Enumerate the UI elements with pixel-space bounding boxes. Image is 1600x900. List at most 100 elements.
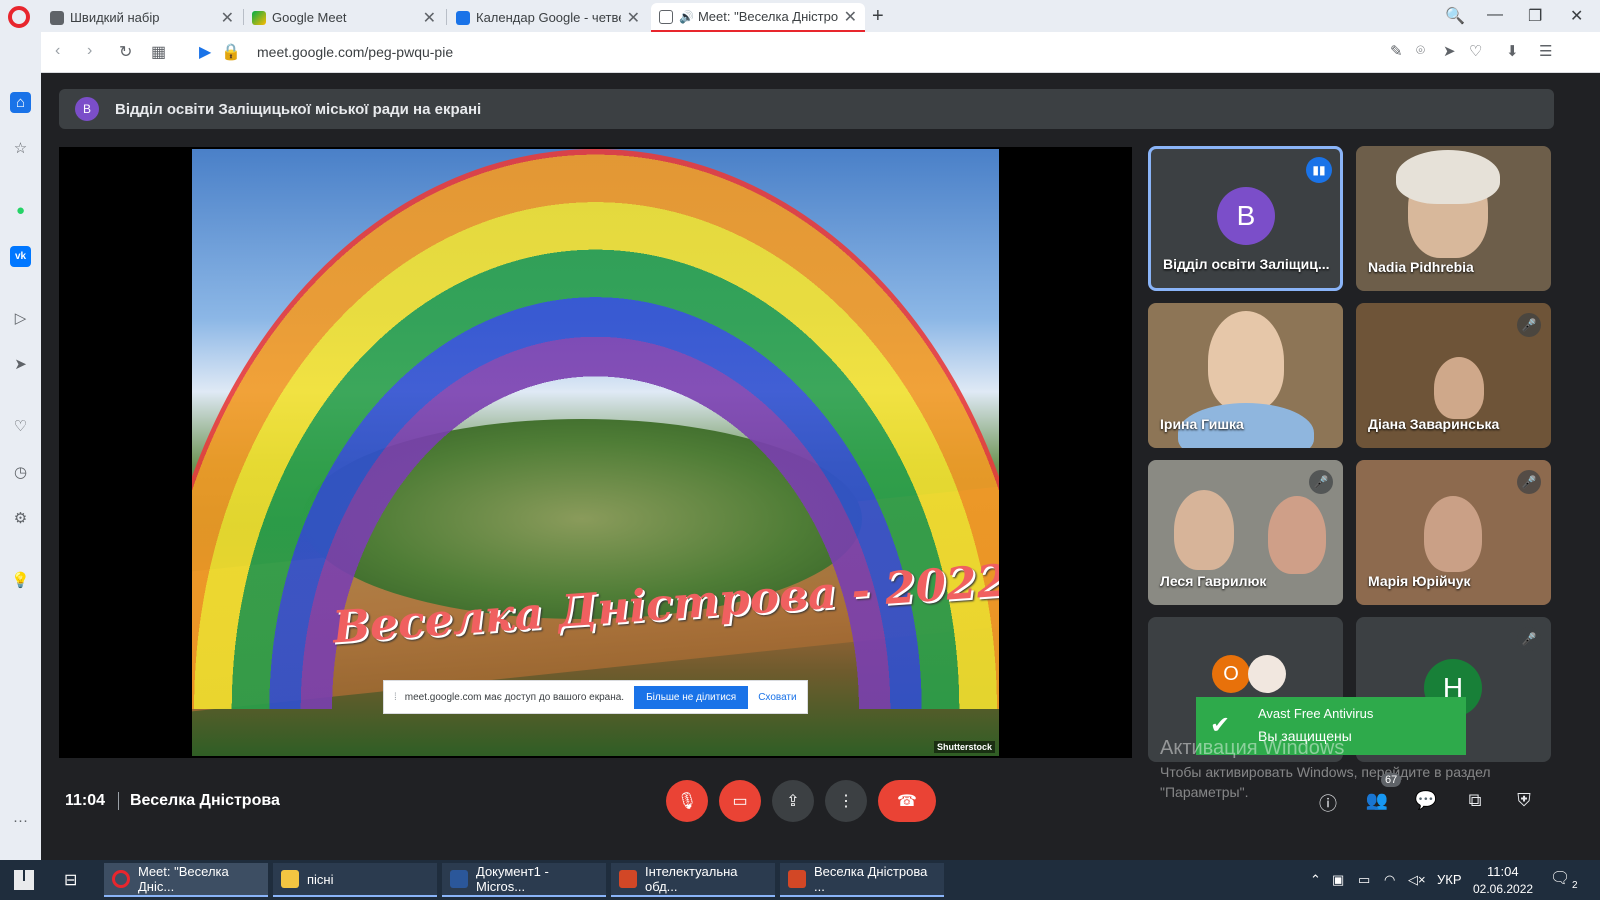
activities-icon[interactable]: ⧉ <box>1462 790 1488 814</box>
participant-name: Ірина Гишка <box>1160 416 1244 432</box>
meet-area: В Відділ освіти Заліщицької міської ради… <box>41 73 1600 860</box>
reload-icon[interactable]: ↻ <box>119 42 132 62</box>
clock-date[interactable]: 02.06.2022 <box>1473 882 1533 896</box>
camera-indicator-icon[interactable]: ▶ <box>199 42 211 62</box>
info-icon[interactable]: ⓘ <box>1315 790 1341 814</box>
stop-sharing-button[interactable]: Більше не ділитися <box>634 685 749 709</box>
close-icon[interactable]: ✕ <box>221 8 234 28</box>
avatar <box>1248 655 1286 693</box>
network-icon[interactable]: ◠ <box>1384 872 1395 888</box>
avatar: О <box>1212 655 1250 693</box>
presenting-text: Відділ освіти Заліщицької міської ради н… <box>115 100 482 118</box>
chevron-up-icon[interactable]: ⌃ <box>1310 872 1321 888</box>
snapshot-icon[interactable]: ⌾ <box>1416 42 1425 59</box>
participant-name: Відділ освіти Заліщиц... <box>1163 256 1330 272</box>
keyboard-language[interactable]: УКР <box>1437 872 1462 887</box>
calendar-icon <box>456 10 470 25</box>
mic-off-button[interactable]: 🎙 <box>666 780 708 822</box>
end-call-icon: ☎ <box>897 793 917 810</box>
meet-icon <box>252 10 266 25</box>
tab-google-meet[interactable]: Google Meet ✕ <box>244 3 444 32</box>
clock-time[interactable]: 11:04 <box>1487 864 1519 879</box>
windows-activation-line1: Чтобы активировать Windows, перейдите в … <box>1160 764 1491 780</box>
opera-sidebar: ⌂ ☆ ● vk ▷ ➤ ♡ ◷ ⚙ 💡 ··· <box>0 32 41 860</box>
windows-activation-title: Активация Windows <box>1160 737 1345 759</box>
avatar: В <box>1217 187 1275 245</box>
battery-icon[interactable]: ▭ <box>1358 872 1370 888</box>
taskbar-app-opera[interactable]: Meet: "Веселка Дніс... <box>104 863 268 897</box>
history-icon[interactable]: ◷ <box>10 462 31 483</box>
tab-meet-active[interactable]: 🔊 Meet: "Веселка Дністро ✕ <box>651 3 865 32</box>
minimize-icon[interactable]: — <box>1487 6 1503 24</box>
more-icon[interactable]: ··· <box>10 810 31 831</box>
chat-icon[interactable]: 💬 <box>1413 790 1439 814</box>
participant-tile[interactable]: Nadia Pidhrebia <box>1356 146 1551 291</box>
easy-setup-icon[interactable]: ☰ <box>1539 42 1552 60</box>
host-controls-icon[interactable]: ⛨ <box>1511 790 1537 814</box>
participant-tile[interactable]: 🎤 Леся Гаврилюк <box>1148 460 1343 605</box>
windows-taskbar: ⊟ Meet: "Веселка Дніс... пісні Документ1… <box>0 860 1600 900</box>
windows-start-icon[interactable] <box>14 870 34 890</box>
tabs-grid-icon[interactable]: ▦ <box>151 42 166 62</box>
participant-tile[interactable]: Ірина Гишка <box>1148 303 1343 448</box>
participants-count-badge: 67 <box>1381 773 1402 787</box>
check-icon: ✔ <box>1210 712 1231 739</box>
restore-icon[interactable]: ❐ <box>1528 6 1542 26</box>
home-icon[interactable]: ⌂ <box>10 92 31 113</box>
send-icon[interactable]: ➤ <box>10 354 31 375</box>
tray-app-icon[interactable]: ▣ <box>1332 872 1344 888</box>
people-icon[interactable]: 👥 <box>1364 790 1390 814</box>
close-icon[interactable]: ✕ <box>844 7 857 27</box>
drag-handle-icon[interactable]: ⁞ <box>394 692 397 703</box>
tab-google-calendar[interactable]: Календар Google - четвер ✕ <box>448 3 648 32</box>
present-screen-button[interactable]: ⇪ <box>772 780 814 822</box>
hide-button[interactable]: Сховати <box>758 692 796 703</box>
close-icon[interactable]: ✕ <box>627 8 640 28</box>
presenting-banner: В Відділ освіти Заліщицької міської ради… <box>59 89 1554 129</box>
task-view-icon[interactable]: ⊟ <box>64 870 77 890</box>
opera-logo-icon[interactable] <box>8 6 30 28</box>
speaking-indicator-icon: ▮▮ <box>1306 157 1332 183</box>
camera-off-button[interactable]: ▭ <box>719 780 761 822</box>
share-notice-text: meet.google.com має доступ до вашого екр… <box>404 691 625 703</box>
new-tab-button[interactable]: + <box>872 5 884 28</box>
url-field[interactable]: meet.google.com/peg-pwqu-pie <box>257 44 453 60</box>
whatsapp-icon[interactable]: ● <box>10 200 31 221</box>
heart-icon[interactable]: ♡ <box>1469 42 1482 60</box>
mic-off-icon: 🎙 <box>676 793 698 810</box>
forward-icon[interactable]: › <box>87 42 92 60</box>
shared-slide: Веселка Дністрова - 2022 Shutterstock ⁞ … <box>192 149 999 756</box>
slide-credit: Shutterstock <box>933 741 995 753</box>
edit-icon[interactable]: ✎ <box>1390 42 1403 60</box>
lock-icon[interactable]: 🔒 <box>221 42 241 62</box>
lightbulb-icon[interactable]: 💡 <box>10 570 31 591</box>
vk-icon[interactable]: vk <box>10 246 31 267</box>
heart-icon[interactable]: ♡ <box>10 416 31 437</box>
close-icon[interactable]: ✕ <box>423 8 436 28</box>
participant-tile[interactable]: 🎤 Діана Заваринська <box>1356 303 1551 448</box>
taskbar-app-word[interactable]: Документ1 - Micros... <box>442 863 606 897</box>
volume-muted-icon[interactable]: ◁× <box>1408 872 1426 888</box>
send-icon[interactable]: ➤ <box>1443 42 1456 60</box>
gear-icon[interactable]: ⚙ <box>10 508 31 529</box>
end-call-button[interactable]: ☎ <box>878 780 936 822</box>
notifications-icon[interactable]: 🗨 <box>1550 868 1570 888</box>
participant-tile[interactable]: В ▮▮ Відділ освіти Заліщиц... <box>1148 146 1343 291</box>
search-icon[interactable]: 🔍 <box>1445 6 1465 26</box>
back-icon[interactable]: ‹ <box>55 42 60 60</box>
meeting-time: 11:04 <box>65 792 106 809</box>
taskbar-app-folder[interactable]: пісні <box>273 863 437 897</box>
participant-tile[interactable]: 🎤 Марія Юрійчук <box>1356 460 1551 605</box>
close-window-icon[interactable]: ✕ <box>1570 6 1583 26</box>
download-icon[interactable]: ⬇ <box>1506 42 1519 60</box>
participant-video <box>1174 490 1234 570</box>
meeting-name: Веселка Дністрова <box>130 792 280 809</box>
taskbar-app-powerpoint-1[interactable]: Інтелектуальна обд... <box>611 863 775 897</box>
divider <box>118 792 119 810</box>
player-icon[interactable]: ▷ <box>10 308 31 329</box>
star-icon[interactable]: ☆ <box>10 138 31 159</box>
tab-speed-dial[interactable]: Швидкий набір ✕ <box>42 3 242 32</box>
opera-icon <box>112 870 130 888</box>
taskbar-app-powerpoint-2[interactable]: Веселка Дністрова ... <box>780 863 944 897</box>
more-options-button[interactable]: ⋮ <box>825 780 867 822</box>
